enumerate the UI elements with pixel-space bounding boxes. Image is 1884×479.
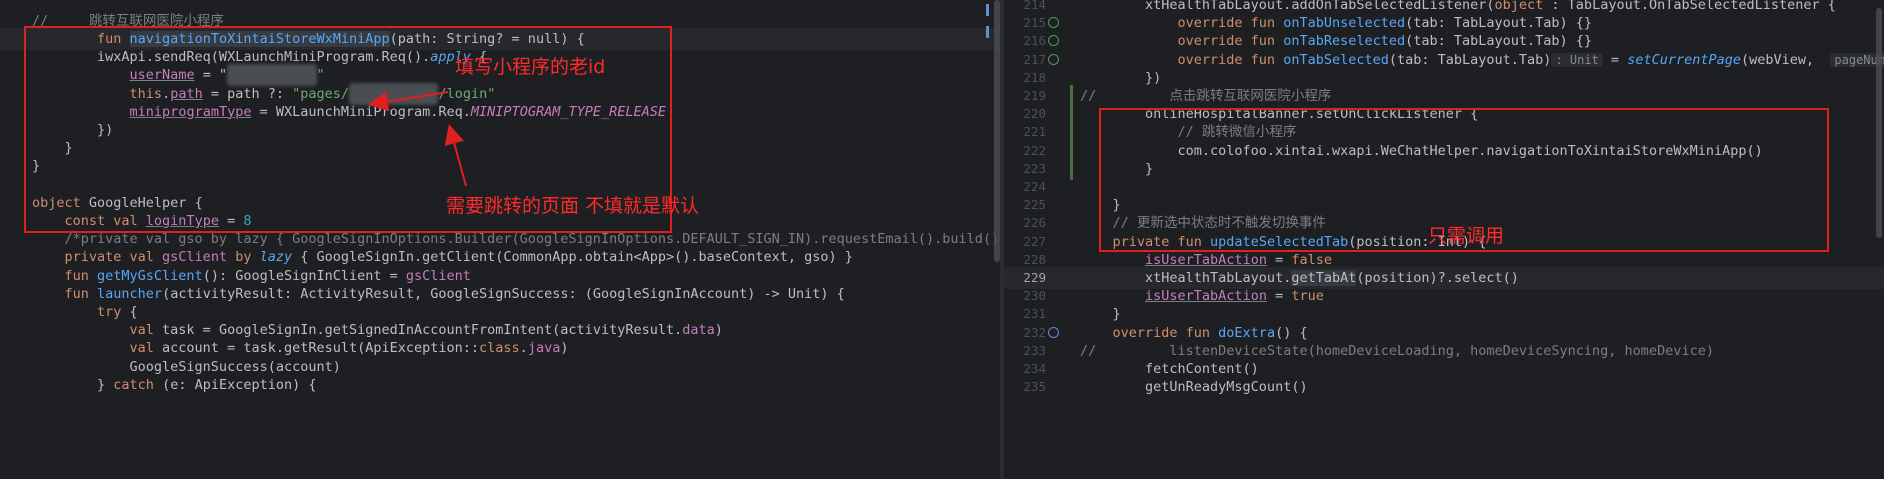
code-token: (webView,	[1740, 51, 1831, 68]
code-token: }	[1080, 306, 1121, 323]
code-token: {	[129, 304, 138, 320]
left-minimap-marker	[986, 26, 989, 38]
code-token: private val	[32, 249, 163, 266]
code-token: object	[1494, 0, 1544, 13]
code-token: }	[32, 376, 114, 393]
code-token: account = task.getResult(ApiException::	[162, 340, 480, 357]
code-token: class	[479, 340, 520, 357]
line-number: 235	[1023, 379, 1046, 395]
code-token: onTabReselected	[1283, 33, 1406, 50]
code-token: by	[227, 249, 260, 266]
code-token: gsClient	[162, 249, 228, 266]
code-token: false	[1291, 251, 1332, 268]
code-token: val	[32, 322, 163, 339]
code-token: doExtra	[1218, 324, 1276, 341]
code-token: catch	[113, 376, 163, 393]
code-token: override fun	[1080, 324, 1219, 341]
code-token: getTabAt	[1291, 270, 1357, 286]
code-line-content: getUnReadyMsgCount()	[1080, 376, 1308, 398]
annotation-page: 需要跳转的页面 不填就是默认	[446, 195, 700, 217]
annotation-fill-id: 填写小程序的老id	[455, 56, 606, 78]
override-up-icon[interactable]	[1048, 326, 1059, 338]
code-token: (tab: TabLayout.Tab) {}	[1405, 33, 1593, 50]
code-token: )	[714, 322, 723, 339]
code-token: xtHealthTabLayout.	[1080, 270, 1292, 286]
code-token: (position)?.select()	[1356, 270, 1519, 286]
code-token: getUnReadyMsgCount()	[1080, 379, 1308, 396]
code-line-content: } catch (e: ApiException) {	[32, 374, 317, 396]
code-token: override fun	[1080, 33, 1284, 50]
code-token: =	[1266, 251, 1292, 268]
code-token: override fun	[1080, 51, 1284, 68]
code-token: (): GoogleSignInClient =	[202, 267, 406, 284]
code-token: { GoogleSignIn.getClient(CommonApp.obtai…	[292, 249, 853, 266]
code-token: val	[32, 340, 163, 357]
code-token: launcher	[97, 285, 163, 302]
code-token: gsClient	[405, 267, 471, 284]
code-token: .	[519, 340, 528, 357]
code-token: onTabUnselected	[1283, 15, 1406, 32]
code-token: data	[682, 322, 715, 339]
right-editor-scrollbar[interactable]	[1876, 8, 1882, 238]
code-token: (tab: TabLayout.Tab) {}	[1405, 15, 1593, 32]
implements-icon[interactable]	[1048, 35, 1059, 47]
code-token: GoogleSignSuccess(account)	[32, 358, 341, 375]
code-token: (e: ApiException) {	[162, 376, 317, 393]
left-editor-scrollbar[interactable]	[994, 0, 1000, 262]
implements-icon[interactable]	[1048, 17, 1059, 29]
code-token: getMyGsClient	[97, 267, 203, 284]
code-token: setCurrentPage	[1627, 51, 1741, 68]
code-token: : TabLayout.OnTabSelectedListener {	[1543, 0, 1836, 13]
code-token: fun	[32, 285, 98, 302]
code-token: =	[1266, 288, 1292, 305]
code-token: onTabSelected	[1283, 51, 1389, 68]
code-line[interactable]: 235 getUnReadyMsgCount()	[1004, 376, 1884, 398]
code-token: // 点击跳转互联网医院小程序	[1080, 88, 1332, 104]
code-token: override fun	[1080, 15, 1284, 32]
code-token: (tab: TabLayout.Tab)	[1388, 51, 1552, 68]
code-token: isUserTabAction	[1145, 288, 1267, 305]
annotation-only-call: 只需调用	[1428, 225, 1505, 247]
code-token: lazy	[259, 249, 293, 266]
code-token: fetchContent()	[1080, 361, 1259, 377]
code-token: xtHealthTabLayout.addOnTabSelectedListen…	[1080, 0, 1495, 13]
code-token: java	[527, 340, 561, 357]
code-token: // listenDeviceState(homeDeviceLoading, …	[1080, 342, 1714, 359]
code-token: fun	[32, 267, 98, 284]
code-line[interactable]: } catch (e: ApiException) {	[0, 374, 1000, 396]
code-token: try	[32, 304, 130, 320]
left-minimap-marker	[986, 4, 989, 16]
code-token: () {	[1275, 324, 1308, 341]
implements-icon[interactable]	[1048, 53, 1059, 65]
code-token: })	[1080, 69, 1162, 86]
code-token: (activityResult: ActivityResult, GoogleS…	[162, 285, 845, 302]
code-token: isUserTabAction	[1145, 251, 1267, 268]
code-token: : Unit	[1551, 52, 1603, 67]
code-token: =	[1602, 51, 1628, 68]
code-token: )	[560, 340, 569, 357]
code-token: task = GoogleSignIn.getSignedInAccountFr…	[162, 322, 683, 339]
code-token: true	[1291, 288, 1324, 305]
code-token: /*private val gso by lazy { GoogleSignIn…	[32, 231, 1000, 248]
